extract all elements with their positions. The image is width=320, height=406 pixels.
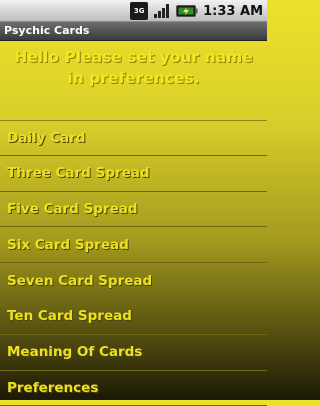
status-bar: 3G 1:33 AM xyxy=(0,0,267,22)
greeting-line-1: Hello Please set your name xyxy=(14,48,253,66)
menu-item-five-card-spread[interactable]: Five Card Spread xyxy=(0,192,267,228)
greeting-message: Hello Please set your name in preference… xyxy=(0,47,267,89)
menu-item-six-card-spread[interactable]: Six Card Spread xyxy=(0,227,267,264)
network-type-label: 3G xyxy=(133,7,145,15)
network-3g-icon: 3G xyxy=(130,2,149,20)
battery-charging-icon xyxy=(176,5,198,17)
main-menu: Daily Card Three Card Spread Five Card S… xyxy=(0,120,267,406)
clock: 1:33 AM xyxy=(203,3,263,19)
signal-bars-icon xyxy=(154,4,170,18)
status-icons: 3G 1:33 AM xyxy=(130,0,263,22)
greeting-line-2: in preferences. xyxy=(67,69,200,87)
menu-item-seven-card-spread[interactable]: Seven Card Spread xyxy=(0,263,267,299)
menu-item-ten-card-spread[interactable]: Ten Card Spread xyxy=(0,299,267,335)
app-title: Psychic Cards xyxy=(4,24,90,37)
menu-item-daily-card[interactable]: Daily Card xyxy=(0,120,267,156)
title-bar: Psychic Cards xyxy=(0,22,267,41)
menu-item-preferences[interactable]: Preferences xyxy=(0,371,267,406)
menu-item-meaning-of-cards[interactable]: Meaning Of Cards xyxy=(0,335,267,371)
menu-item-three-card-spread[interactable]: Three Card Spread xyxy=(0,156,267,192)
